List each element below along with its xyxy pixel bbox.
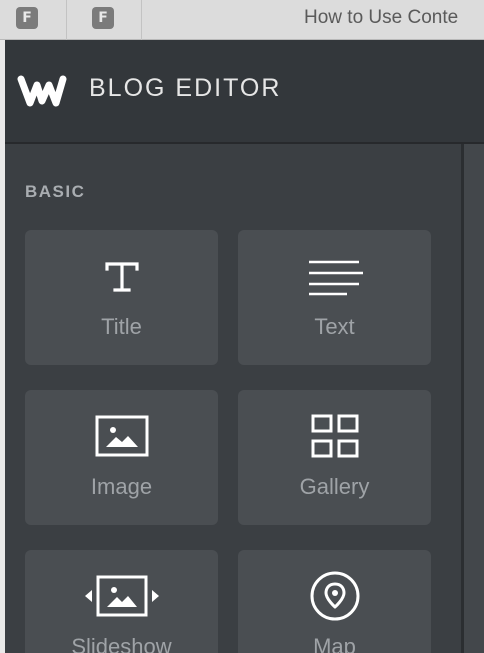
element-tile-image[interactable]: Image [25, 390, 218, 525]
elements-panel: BASIC Title Text Image Gallery Slideshow… [5, 144, 461, 653]
text-lines-icon [238, 252, 431, 300]
tile-label: Image [90, 474, 153, 499]
tile-label: Gallery [299, 474, 370, 499]
element-tile-text[interactable]: Text [238, 230, 431, 365]
image-icon [25, 412, 218, 460]
slideshow-icon [25, 572, 218, 620]
section-heading-basic: BASIC [25, 182, 86, 201]
tab-separator [66, 0, 67, 40]
element-tile-slideshow[interactable]: Slideshow [25, 550, 218, 653]
tile-label: Text [314, 314, 355, 339]
favicon-tab-1[interactable]: F [16, 7, 38, 29]
weebly-logo-icon[interactable] [17, 71, 67, 111]
browser-tab-strip: F F How to Use Conte [0, 0, 484, 40]
tab-separator [141, 0, 142, 40]
active-tab-title[interactable]: How to Use Conte [304, 7, 484, 29]
tile-label: Map [313, 634, 356, 653]
favicon-tab-2[interactable]: F [92, 7, 114, 29]
editor-title: BLOG EDITOR [89, 74, 282, 102]
title-T-icon [25, 252, 218, 300]
map-pin-icon [238, 571, 431, 621]
element-tile-title[interactable]: Title [25, 230, 218, 365]
canvas-edge [464, 144, 484, 653]
element-tile-map[interactable]: Map [238, 550, 431, 653]
tile-label: Slideshow [71, 634, 172, 653]
editor-header: BLOG EDITOR [5, 40, 484, 144]
tile-label: Title [101, 314, 142, 339]
gallery-grid-icon [238, 412, 431, 460]
element-tile-gallery[interactable]: Gallery [238, 390, 431, 525]
app-window: F F How to Use Conte BLOG EDITOR BASIC T… [0, 0, 484, 653]
